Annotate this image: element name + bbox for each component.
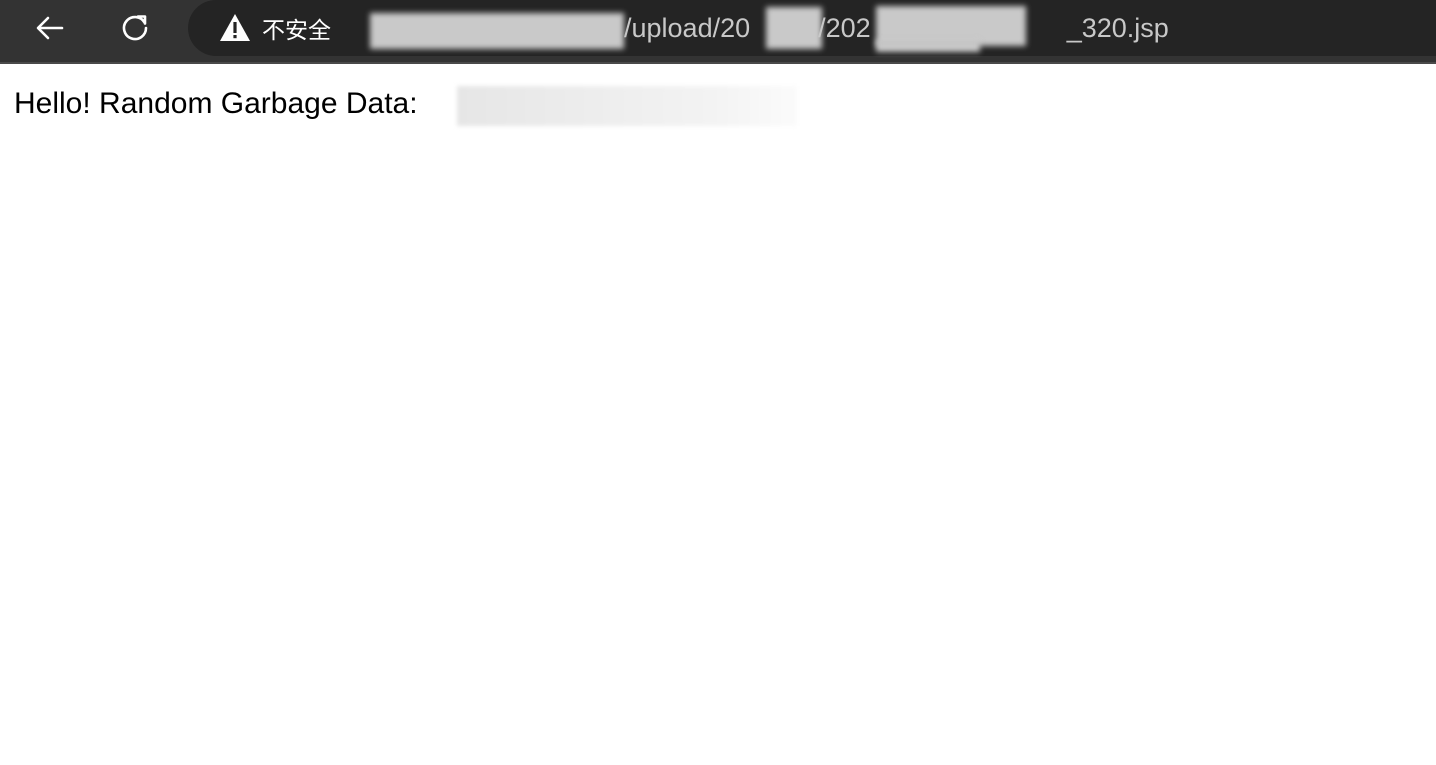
arrow-left-icon [36,16,64,40]
security-indicator[interactable]: 不安全 [218,10,331,46]
url-segment: /upload/20 [624,13,751,43]
reload-button[interactable] [111,8,159,48]
url-segment: _320.jsp [1066,13,1169,43]
url-segment: /202 [818,13,871,43]
address-bar[interactable]: 不安全 /upload/20/202 _320.jsp [188,0,1436,56]
page-content: Hello! Random Garbage Data: [14,82,418,126]
back-button[interactable] [26,8,74,48]
garbage-data-redaction [457,86,797,126]
browser-toolbar: 不安全 /upload/20/202 _320.jsp [0,0,1436,64]
security-label: 不安全 [262,18,331,44]
url-redaction [876,40,980,52]
url-redaction [370,13,624,49]
garbage-data-text: Hello! Random Garbage Data: [14,87,418,120]
warning-triangle-icon [220,14,250,41]
reload-icon [122,15,148,41]
url-redaction [766,7,822,49]
